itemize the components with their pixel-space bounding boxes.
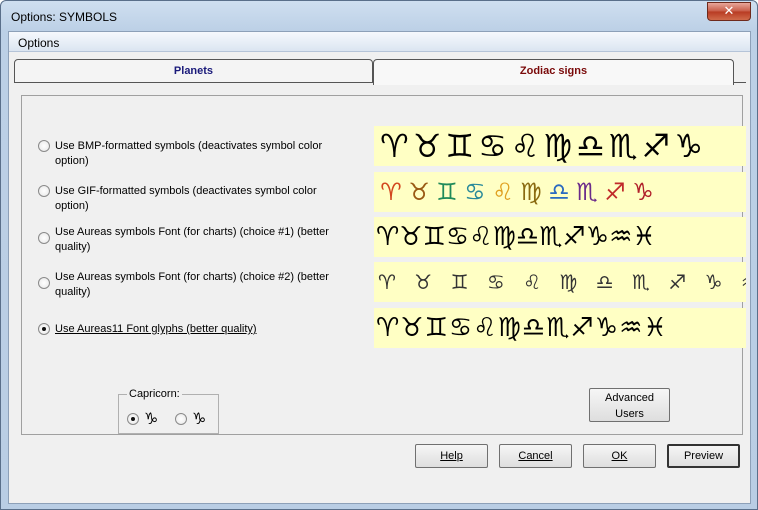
- radio-font-choice-1[interactable]: [38, 232, 50, 244]
- bmp-zodiac-glyphs: ♈︎♉︎♊︎♋︎♌︎♍︎♎︎♏︎♐︎♑︎: [380, 127, 707, 165]
- radio-bmp[interactable]: [38, 140, 50, 152]
- option-font-choice-2-label: Use Aureas symbols Font (for charts) (ch…: [55, 271, 329, 298]
- zodiac-signs-panel: Use BMP-formatted symbols (deactivates s…: [21, 95, 746, 435]
- option-aureas11-label: Use Aureas11 Font glyphs (better quality…: [55, 323, 257, 335]
- preview-gif-symbols: ♈︎ ♉︎ ♊︎ ♋︎ ♌︎ ♍︎ ♎︎ ♏︎ ♐︎ ♑︎: [374, 172, 746, 212]
- preview-button[interactable]: Preview: [667, 444, 740, 468]
- window-title: Options: SYMBOLS: [11, 10, 118, 24]
- option-font-choice-1-label: Use Aureas symbols Font (for charts) (ch…: [55, 226, 329, 253]
- capricorn-group: Capricorn: ♑︎ ♑: [118, 388, 219, 434]
- option-gif[interactable]: Use GIF-formatted symbols (deactivates s…: [38, 184, 345, 214]
- capricorn-glyph-2-icon: ♑: [192, 409, 207, 428]
- gif-virgo-icon: ♍︎: [520, 178, 542, 206]
- gif-libra-icon: ♎︎: [548, 178, 570, 206]
- menu-options[interactable]: Options: [18, 36, 59, 50]
- capricorn-glyph-1-icon: ♑︎: [144, 409, 159, 428]
- option-bmp-label: Use BMP-formatted symbols (deactivates s…: [55, 140, 323, 167]
- capricorn-option-1[interactable]: ♑︎: [127, 409, 158, 428]
- close-icon: ✕: [723, 4, 735, 19]
- gif-sagittarius-icon: ♐︎: [604, 178, 626, 206]
- radio-aureas11[interactable]: [38, 323, 50, 335]
- gif-aries-icon: ♈︎: [380, 178, 402, 206]
- radio-font-choice-2[interactable]: [38, 277, 50, 289]
- preview-bmp-symbols: ♈︎♉︎♊︎♋︎♌︎♍︎♎︎♏︎♐︎♑︎: [374, 126, 746, 166]
- advanced-users-label-2: Users: [615, 408, 644, 420]
- close-button[interactable]: ✕: [707, 2, 751, 21]
- help-button[interactable]: Help: [415, 444, 488, 468]
- tab-zodiac-signs[interactable]: Zodiac signs: [373, 59, 734, 85]
- tab-zodiac-signs-label: Zodiac signs: [519, 65, 588, 77]
- option-gif-label: Use GIF-formatted symbols (deactivates s…: [55, 185, 317, 212]
- cancel-button[interactable]: Cancel: [499, 444, 572, 468]
- cancel-button-label: Cancel: [518, 450, 553, 462]
- advanced-users-label-1: Advanced: [605, 392, 654, 404]
- capricorn-caption: Capricorn:: [127, 388, 182, 400]
- title-bar[interactable]: Options: SYMBOLS ✕: [1, 1, 757, 31]
- radio-gif[interactable]: [38, 185, 50, 197]
- option-aureas11[interactable]: Use Aureas11 Font glyphs (better quality…: [38, 322, 345, 337]
- aureas11-zodiac-glyphs: ♈︎♉︎♊︎♋︎♌︎♍︎♎︎♏︎♐︎♑︎♒︎♓︎: [376, 313, 668, 343]
- ok-button-label: OK: [611, 450, 628, 462]
- radio-capricorn-1[interactable]: [127, 413, 139, 425]
- gif-leo-icon: ♌︎: [492, 178, 514, 206]
- gif-capricorn-icon: ♑︎: [632, 178, 654, 206]
- advanced-users-button[interactable]: Advanced Users: [589, 388, 670, 422]
- gif-cancer-icon: ♋︎: [464, 178, 486, 206]
- preview-font-choice-2: ♈︎ ♉︎ ♊︎ ♋︎ ♌︎ ♍︎ ♎︎ ♏︎ ♐︎ ♑︎ ♒︎ ♓︎: [374, 262, 746, 302]
- capricorn-option-2[interactable]: ♑: [175, 409, 206, 428]
- constellation-figures-icon: ♈︎ ♉︎ ♊︎ ♋︎ ♌︎ ♍︎ ♎︎ ♏︎ ♐︎ ♑︎ ♒︎ ♓︎: [378, 270, 746, 294]
- option-font-choice-1[interactable]: Use Aureas symbols Font (for charts) (ch…: [38, 225, 345, 255]
- tab-planets-label: Planets: [173, 65, 214, 77]
- tab-divider: [734, 82, 746, 83]
- radio-capricorn-2[interactable]: [175, 413, 187, 425]
- menu-bar: Options: [9, 32, 750, 52]
- option-font-choice-2[interactable]: Use Aureas symbols Font (for charts) (ch…: [38, 270, 345, 300]
- ok-button[interactable]: OK: [583, 444, 656, 468]
- option-bmp[interactable]: Use BMP-formatted symbols (deactivates s…: [38, 139, 345, 169]
- font1-zodiac-glyphs: ♈︎♉︎♊︎♋︎♌︎♍︎♎︎♏︎♐︎♑︎♒︎♓︎: [376, 222, 656, 252]
- preview-font-choice-1: ♈︎♉︎♊︎♋︎♌︎♍︎♎︎♏︎♐︎♑︎♒︎♓︎: [374, 217, 746, 257]
- gif-gemini-icon: ♊︎: [436, 178, 458, 206]
- gif-scorpio-icon: ♏︎: [576, 178, 598, 206]
- options-window: Options: SYMBOLS ✕ Options Planets Zodia…: [0, 0, 758, 510]
- dialog-client-area: Options Planets Zodiac signs Use BMP-for…: [8, 31, 751, 504]
- preview-button-label: Preview: [683, 450, 724, 462]
- preview-aureas11: ♈︎♉︎♊︎♋︎♌︎♍︎♎︎♏︎♐︎♑︎♒︎♓︎: [374, 308, 746, 348]
- tab-planets[interactable]: Planets: [14, 59, 373, 83]
- help-button-label: Help: [440, 450, 463, 462]
- gif-taurus-icon: ♉︎: [408, 178, 430, 206]
